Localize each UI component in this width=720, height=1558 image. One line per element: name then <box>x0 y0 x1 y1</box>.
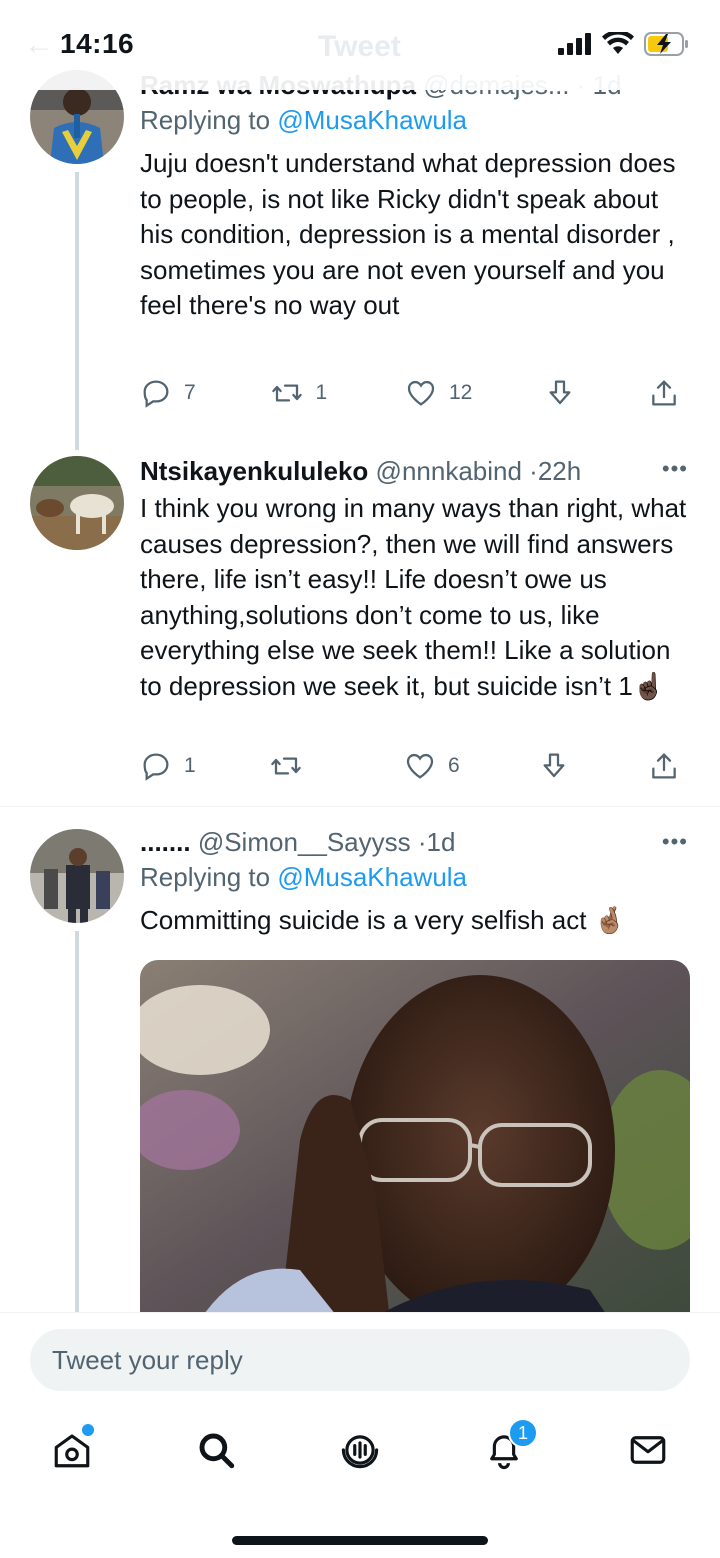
like-icon <box>407 380 435 406</box>
more-options-icon[interactable]: ••• <box>662 456 688 482</box>
home-badge-dot <box>82 1424 94 1436</box>
retweet-button[interactable]: 1 <box>271 377 404 409</box>
share-icon <box>652 753 676 779</box>
timestamp[interactable]: 1d <box>427 827 456 857</box>
retweet-button[interactable] <box>270 750 404 782</box>
bookmark-button[interactable] <box>538 750 642 782</box>
mention-link[interactable]: @MusaKhawula <box>277 862 467 892</box>
nav-messages[interactable] <box>624 1426 672 1474</box>
nav-home[interactable] <box>48 1424 96 1474</box>
tweet-header: Ntsikayenkululeko @nnnkabind ·22h <box>140 456 582 486</box>
replying-to: Replying to @MusaKhawula <box>140 105 468 135</box>
reply-button[interactable]: 1 <box>140 750 270 782</box>
display-name[interactable]: ....... <box>140 827 191 857</box>
share-button[interactable] <box>648 750 680 782</box>
bottom-navigation: 1 <box>0 1404 720 1558</box>
share-button[interactable] <box>648 377 680 409</box>
back-arrow-icon[interactable]: ← <box>24 28 54 62</box>
handle[interactable]: @Simon__Sayyss <box>198 827 411 857</box>
tweet-actions: 1 6 <box>140 746 680 786</box>
status-time: 14:16 <box>60 28 135 59</box>
avatar[interactable] <box>30 456 124 550</box>
like-count: 12 <box>448 381 473 404</box>
retweet-count: 1 <box>315 381 328 404</box>
reply-icon <box>143 380 169 408</box>
avatar[interactable] <box>30 829 124 923</box>
battery-charging-icon <box>644 32 688 56</box>
reply-count: 7 <box>184 381 196 404</box>
retweet-icon <box>271 757 301 775</box>
tweet-media-image[interactable] <box>140 960 690 1320</box>
messages-icon <box>630 1436 666 1464</box>
like-icon <box>406 753 434 779</box>
like-button[interactable]: 12 <box>405 377 544 409</box>
cellular-signal-icon <box>558 33 591 55</box>
spaces-icon <box>341 1435 379 1469</box>
reply-button[interactable]: 7 <box>140 377 271 409</box>
thread-line <box>75 931 79 1312</box>
reply-composer: Tweet your reply <box>0 1312 720 1404</box>
bookmark-button[interactable] <box>544 377 648 409</box>
tweet-text: I think you wrong in many ways than righ… <box>140 493 687 701</box>
retweet-icon <box>272 384 303 402</box>
nav-search[interactable] <box>192 1426 240 1474</box>
replying-to: Replying to @MusaKhawula <box>140 862 468 892</box>
home-indicator[interactable] <box>232 1536 488 1545</box>
thread-line <box>75 172 79 450</box>
mention-link[interactable]: @MusaKhawula <box>277 105 467 135</box>
header-title: Tweet <box>318 30 401 63</box>
bookmark-icon <box>543 753 565 778</box>
tweet[interactable]: Ntsikayenkululeko @nnnkabind ·22h I thin… <box>0 450 720 806</box>
status-icons <box>558 32 690 56</box>
nav-notifications[interactable]: 1 <box>480 1418 538 1474</box>
like-button[interactable]: 6 <box>404 750 538 782</box>
like-count: 6 <box>448 754 460 777</box>
tweet-header: ....... @Simon__Sayyss ·1d <box>140 827 456 857</box>
nav-spaces[interactable] <box>336 1426 384 1474</box>
handle[interactable]: @nnnkabind <box>376 456 522 486</box>
timestamp[interactable]: 22h <box>538 456 581 486</box>
bookmark-icon <box>549 380 571 405</box>
tweet-text: Juju doesn't understand what depression … <box>140 148 676 321</box>
display-name[interactable]: Ntsikayenkululeko <box>140 456 368 486</box>
share-icon <box>652 380 676 406</box>
notifications-badge: 1 <box>508 1418 538 1448</box>
tweet-actions: 7 1 12 <box>140 373 680 413</box>
reply-icon <box>143 753 169 781</box>
wifi-icon <box>602 32 634 54</box>
status-bar: ← Tweet 14:16 <box>0 0 720 90</box>
search-icon <box>199 1433 235 1469</box>
more-options-icon[interactable]: ••• <box>662 829 688 855</box>
reply-input[interactable]: Tweet your reply <box>30 1329 690 1391</box>
tweet-text: Committing suicide is a very selfish act… <box>140 905 627 935</box>
reply-count: 1 <box>184 754 196 777</box>
